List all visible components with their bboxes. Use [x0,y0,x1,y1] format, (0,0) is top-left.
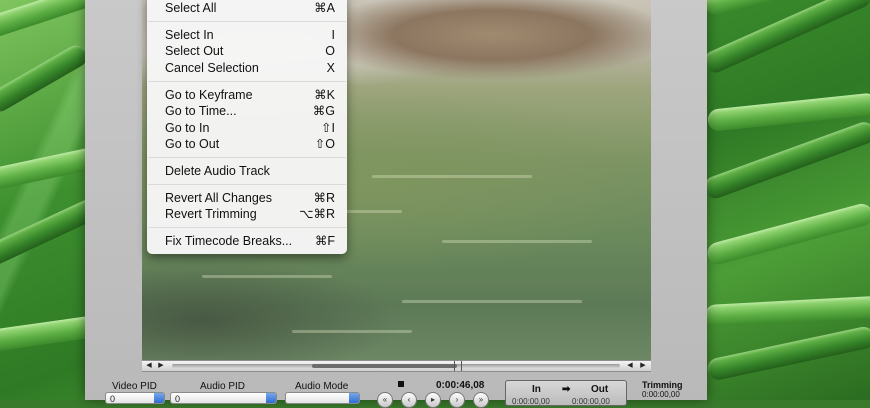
menu-item-label: Fix Timecode Breaks... [165,234,293,248]
step-forward-icon[interactable]: › [449,392,465,408]
out-label: Out [591,384,609,395]
menu-item-shortcut: ⌥⌘R [299,207,335,221]
menu-item-label: Cancel Selection [165,61,259,75]
menu-item-label: Go to Out [165,137,220,151]
video-pid-value: 0 [110,394,116,404]
menu-item-select-out[interactable]: Select Out O [165,43,335,59]
menu-item-label: Revert Trimming [165,207,257,221]
in-value: 0:00:00,00 [512,397,550,406]
trimming-label: Trimming [642,380,683,390]
menu-item-shortcut: O [325,44,335,58]
timeline-scrubber[interactable]: ◀ ▶ ◀ ▶ [142,360,651,372]
menu-item-select-in[interactable]: Select In I [165,27,335,43]
menu-item-label: Select In [165,28,214,42]
menu-item-shortcut: ⌘F [314,234,335,248]
audio-pid-label: Audio PID [200,381,246,392]
grass-blade [704,295,870,327]
grass-blade [0,0,98,42]
menu-item-go-to-keyframe[interactable]: Go to Keyframe ⌘K [165,87,335,103]
grass-blade [705,324,870,382]
menu-item-shortcut: ⇧I [321,121,335,135]
trimming-value: 0:00:00,00 [642,390,680,399]
menu-separator [148,81,346,82]
playhead-handle[interactable] [454,361,462,371]
video-pid-popup[interactable]: 0 [105,392,165,404]
menu-item-delete-audio-track[interactable]: Delete Audio Track [165,163,335,179]
menu-item-label: Delete Audio Track [165,164,270,178]
menu-item-shortcut: I [331,28,335,42]
menu-separator [148,184,346,185]
menu-separator [148,21,346,22]
menu-item-shortcut: X [326,61,335,75]
grass-blade [705,201,870,267]
menu-item-revert-trimming[interactable]: Revert Trimming ⌥⌘R [165,206,335,222]
play-icon[interactable]: ▸ [425,392,441,408]
menu-item-shortcut: ⌘R [313,191,335,205]
volume-icon[interactable]: ◀ [144,361,154,371]
edit-menu: Select All ⌘A Select In I Select Out O C… [147,0,347,254]
video-pid-label: Video PID [112,381,157,392]
step-back-icon[interactable]: ‹ [401,392,417,408]
menu-item-label: Go to Keyframe [165,88,253,102]
audio-pid-popup[interactable]: 0 [170,392,277,404]
menu-item-select-all[interactable]: Select All ⌘A [165,0,335,16]
popup-arrows-icon [266,393,276,403]
menu-item-go-to-in[interactable]: Go to In ⇧I [165,120,335,136]
water-ripple [402,300,582,303]
menu-item-revert-all-changes[interactable]: Revert All Changes ⌘R [165,190,335,206]
audio-mode-label: Audio Mode [295,381,349,392]
audio-pid-value: 0 [175,394,181,404]
grass-blade [701,119,870,202]
timeline-selection [312,364,457,368]
grass-blade [0,41,91,116]
in-out-panel: In ➡ Out 0:00:00,00 0:00:00,00 [505,380,627,406]
play-small-icon[interactable]: ▶ [156,361,166,371]
audio-mode-popup[interactable] [285,392,360,404]
in-out-arrow-icon: ➡ [562,384,571,395]
menu-item-label: Select Out [165,44,224,58]
current-timecode: 0:00:46,08 [436,380,485,391]
step-forward-small-icon[interactable]: ▶ [638,361,648,371]
popup-arrows-icon [349,393,359,403]
in-label: In [532,384,541,395]
menu-separator [148,157,346,158]
menu-separator [148,227,346,228]
rewind-icon[interactable]: « [377,392,393,408]
menu-item-shortcut: ⌘G [312,104,335,118]
menu-item-go-to-out[interactable]: Go to Out ⇧O [165,136,335,152]
menu-item-cancel-selection[interactable]: Cancel Selection X [165,60,335,76]
out-value: 0:00:00,00 [572,397,610,406]
fast-forward-icon[interactable]: » [473,392,489,408]
menu-item-label: Select All [165,1,217,15]
water-ripple [202,275,332,278]
menu-item-fix-timecode-breaks[interactable]: Fix Timecode Breaks... ⌘F [165,233,335,249]
menu-item-shortcut: ⇧O [314,137,335,151]
water-ripple [372,175,532,178]
menu-item-shortcut: ⌘A [314,1,335,15]
water-ripple [442,240,592,243]
step-back-small-icon[interactable]: ◀ [625,361,635,371]
menu-item-label: Go to In [165,121,210,135]
stop-icon[interactable] [398,381,404,387]
menu-item-shortcut: ⌘K [314,88,335,102]
menu-item-label: Go to Time... [165,104,237,118]
popup-arrows-icon [154,393,164,403]
water-ripple [292,330,412,333]
menu-item-label: Revert All Changes [165,191,273,205]
grass-blade [706,92,870,132]
menu-item-go-to-time[interactable]: Go to Time... ⌘G [165,103,335,119]
